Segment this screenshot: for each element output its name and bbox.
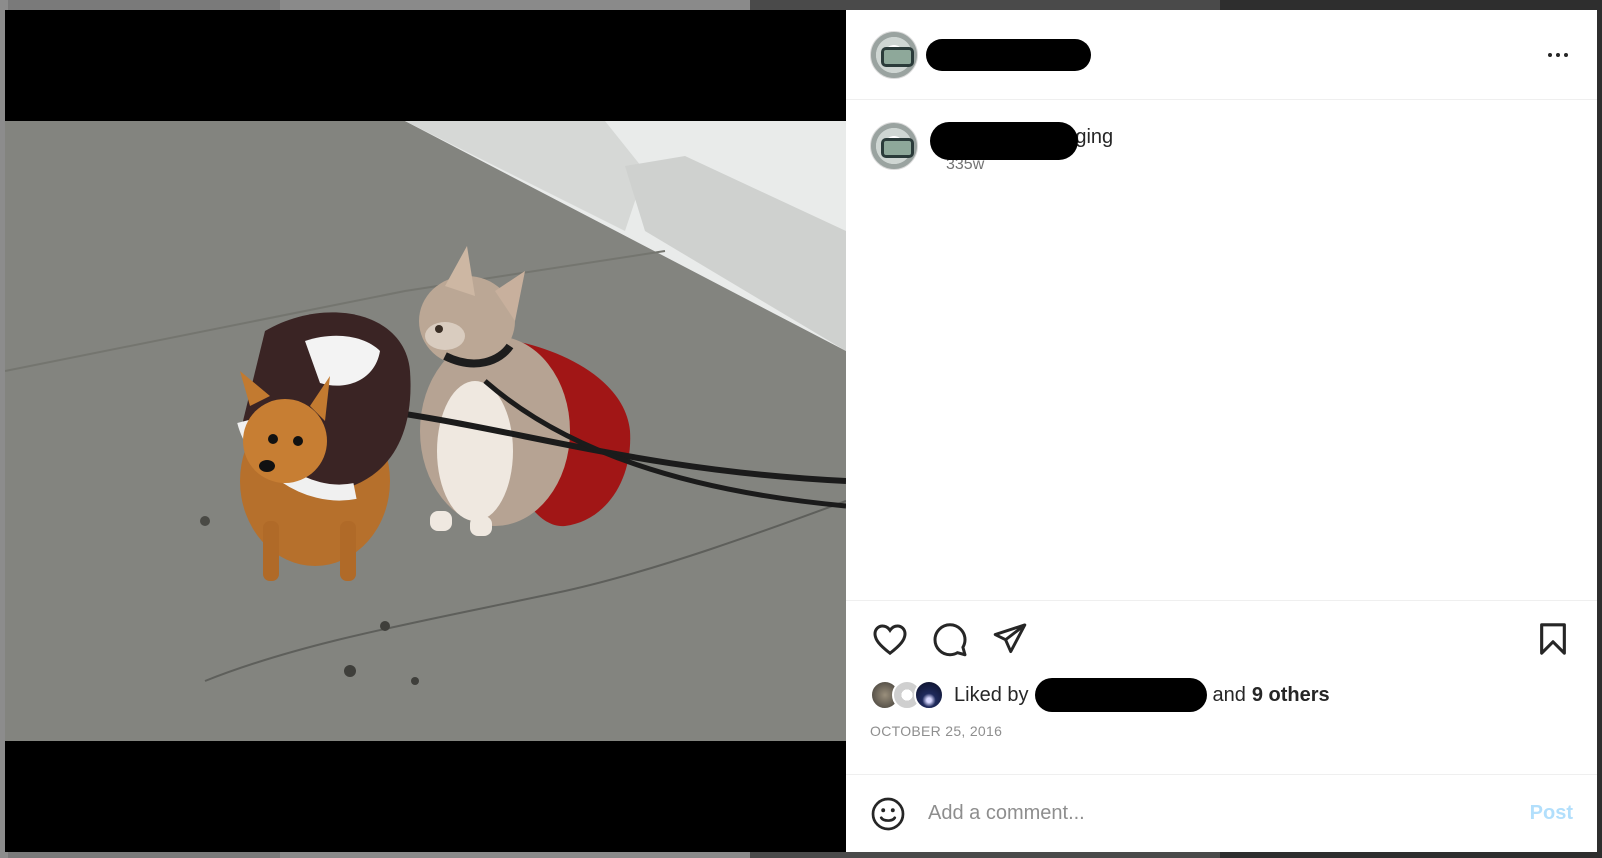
- share-button[interactable]: [990, 619, 1030, 659]
- likes-and: and: [1212, 683, 1246, 706]
- likes-others-link[interactable]: 9 others: [1252, 684, 1330, 707]
- liker-avatars: [870, 680, 944, 710]
- post-sidebar: nanging 335w: [846, 10, 1597, 852]
- post-media: [5, 10, 846, 852]
- post-modal: nanging 335w: [5, 10, 1597, 852]
- likes-row: Liked by and 9 others: [870, 677, 1573, 713]
- dog-photo-illustration: [5, 121, 846, 741]
- caption-author-avatar[interactable]: [870, 122, 918, 170]
- likes-prefix: Liked by: [954, 683, 1029, 706]
- comment-bubble-icon: [933, 623, 967, 657]
- post-comment-button[interactable]: Post: [1530, 802, 1573, 825]
- more-options-button[interactable]: [1543, 40, 1573, 70]
- paper-plane-icon: [993, 623, 1027, 654]
- smiley-icon: [871, 797, 905, 830]
- caption-row: nanging 335w: [870, 122, 1573, 174]
- heart-icon: [873, 624, 907, 656]
- author-avatar[interactable]: [870, 30, 918, 79]
- post-date[interactable]: OCTOBER 25, 2016: [870, 723, 1573, 739]
- caption-body: nanging 335w: [930, 122, 1113, 174]
- like-button[interactable]: [870, 619, 910, 659]
- post-photo[interactable]: [5, 121, 846, 741]
- more-horizontal-icon: [1546, 52, 1570, 57]
- comment-button[interactable]: [930, 619, 970, 659]
- save-button[interactable]: [1533, 619, 1573, 659]
- liker-avatar[interactable]: [914, 680, 944, 710]
- emoji-button[interactable]: [870, 796, 906, 832]
- bookmark-icon: [1540, 623, 1566, 655]
- comment-bar: Post: [846, 774, 1597, 852]
- author-username-redacted: [926, 38, 1091, 71]
- likes-summary: Liked by and 9 others: [954, 678, 1330, 712]
- action-bar: [870, 617, 1573, 661]
- post-actions-area: Liked by and 9 others OCTOBER 25, 2016: [846, 600, 1597, 774]
- caption-redacted: [930, 122, 1078, 160]
- comments-section: nanging 335w: [846, 100, 1597, 600]
- comment-input[interactable]: [928, 802, 1530, 825]
- post-header: [846, 10, 1597, 100]
- liker-name-redacted: [1034, 678, 1207, 712]
